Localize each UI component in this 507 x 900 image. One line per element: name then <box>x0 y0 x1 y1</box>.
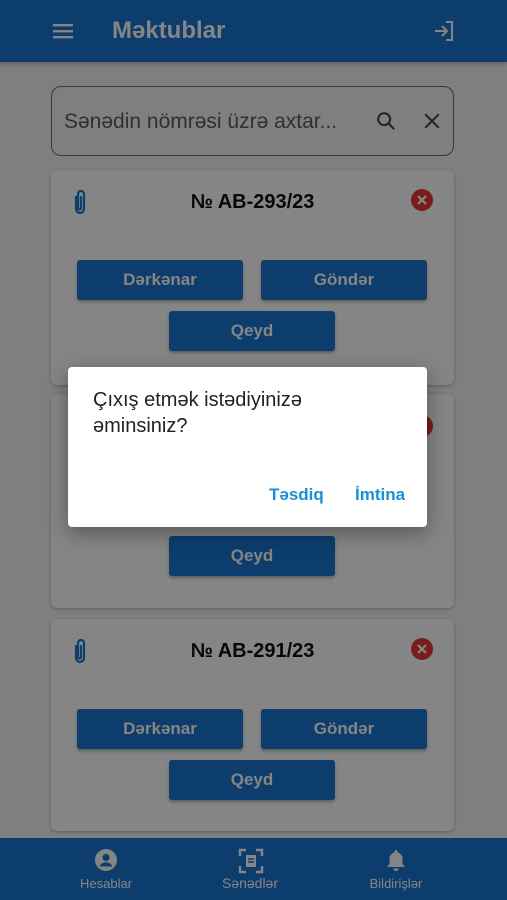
cancel-button[interactable]: İmtina <box>355 484 405 506</box>
logout-confirm-dialog: Çıxış etmək istədiyinizə əminsiniz? Təsd… <box>68 367 427 527</box>
dialog-message: Çıxış etmək istədiyinizə əminsiniz? <box>93 389 302 437</box>
confirm-button[interactable]: Təsdiq <box>269 484 324 506</box>
